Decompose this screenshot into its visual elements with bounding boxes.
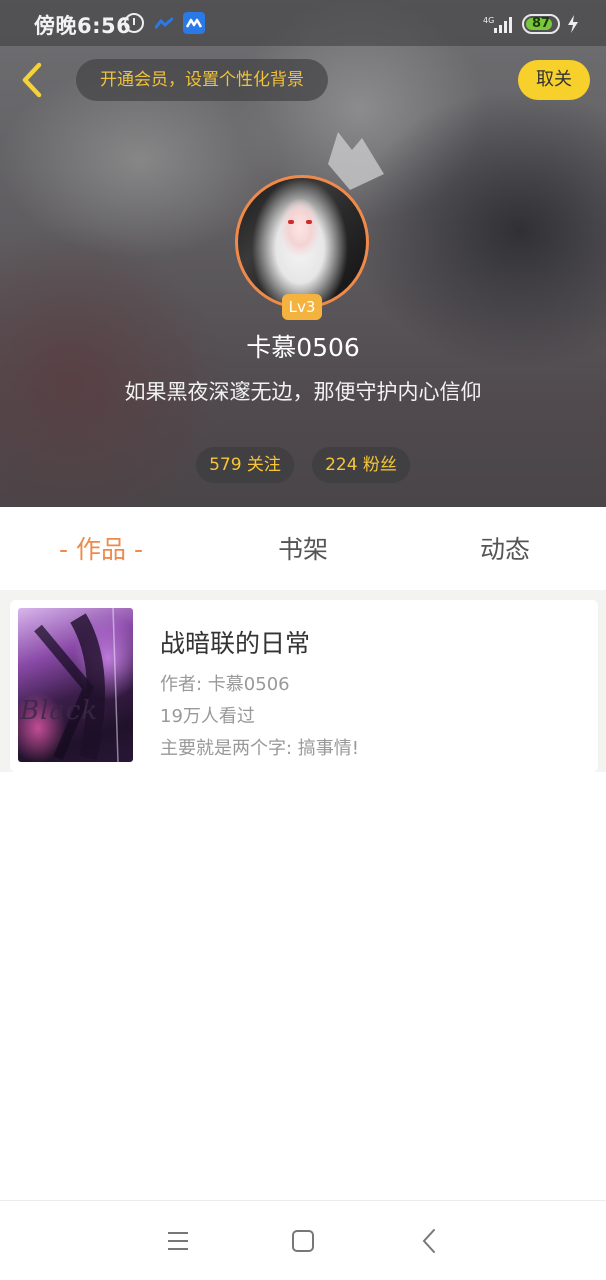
work-author: 作者: 卡慕0506 (160, 674, 290, 695)
tab-active-marker: - (133, 535, 143, 564)
profile-screen: 傍晚6:56 4G 87 开通会员，设置个性化背景 取关 Lv3 卡慕0506 … (0, 0, 606, 1280)
tab-works[interactable]: - 作品 - (0, 507, 202, 590)
square-home-icon[interactable] (285, 1223, 321, 1259)
work-card[interactable]: Black 战暗联的日常 作者: 卡慕0506 19万人看过 主要就是两个字: … (10, 600, 598, 772)
charging-icon (568, 15, 578, 33)
tab-bookshelf[interactable]: 书架 (202, 507, 404, 590)
avatar[interactable] (235, 175, 369, 309)
unfollow-button[interactable]: 取关 (518, 60, 590, 100)
status-bar: 傍晚6:56 4G 87 (0, 0, 606, 46)
level-badge: Lv3 (282, 294, 322, 320)
work-title: 战暗联的日常 (160, 629, 311, 658)
back-button[interactable] (14, 60, 54, 100)
cover-artwork (34, 608, 119, 762)
work-views: 19万人看过 (160, 706, 255, 727)
vip-background-banner[interactable]: 开通会员，设置个性化背景 (76, 59, 328, 101)
battery-icon: 87 (522, 14, 560, 34)
username: 卡慕0506 (246, 333, 360, 362)
works-list: Black 战暗联的日常 作者: 卡慕0506 19万人看过 主要就是两个字: … (0, 590, 606, 1200)
cover-title-text: Black (20, 696, 99, 726)
work-description: 主要就是两个字: 搞事情! (160, 738, 360, 759)
followers-count-button[interactable]: 224 粉丝 (312, 447, 410, 483)
tab-label: 作品 (75, 535, 126, 564)
system-nav-bar (0, 1200, 606, 1280)
app-notification-icon (155, 17, 173, 29)
app-notification-icon (183, 12, 205, 34)
alarm-icon (124, 13, 144, 33)
battery-percent: 87 (531, 16, 551, 31)
profile-header: 傍晚6:56 4G 87 开通会员，设置个性化背景 取关 Lv3 卡慕0506 … (0, 0, 606, 507)
triangle-back-icon[interactable] (412, 1223, 448, 1259)
status-time: 傍晚6:56 (34, 14, 132, 38)
chevron-left-icon (22, 62, 42, 98)
signature: 如果黑夜深邃无边，那便守护内心信仰 (124, 380, 482, 404)
tab-activity[interactable]: 动态 (404, 507, 606, 590)
signal-icon: 4G (483, 16, 512, 33)
avatar-detail (306, 220, 312, 224)
avatar-detail (288, 220, 294, 224)
work-cover-image[interactable]: Black (18, 608, 133, 762)
profile-tabs: - 作品 - 书架 动态 (0, 507, 606, 590)
following-count-button[interactable]: 579 关注 (196, 447, 294, 483)
menu-icon[interactable] (160, 1223, 196, 1259)
tab-active-marker: - (59, 535, 69, 564)
svg-text:4G: 4G (483, 16, 494, 25)
